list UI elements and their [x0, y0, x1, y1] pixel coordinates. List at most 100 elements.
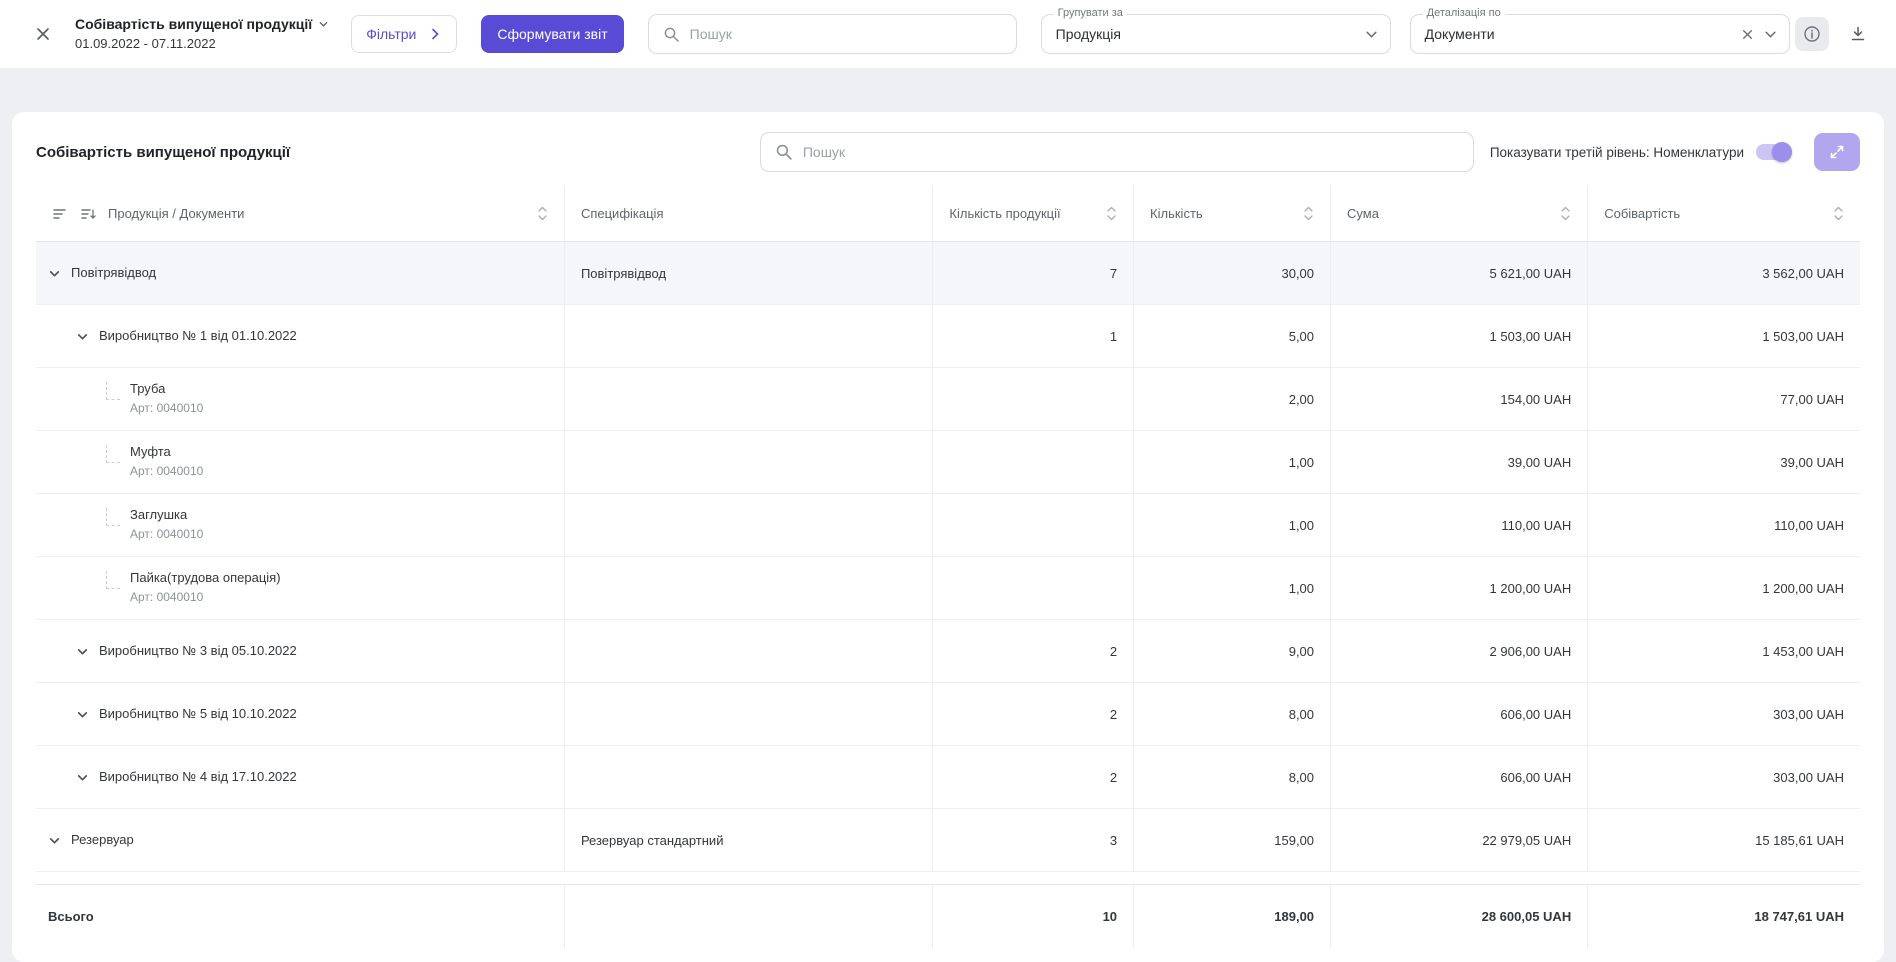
- toggle-knob: [1772, 142, 1792, 162]
- cell-sum: 110,00 UAH: [1501, 517, 1572, 533]
- chevron-down-icon[interactable]: [1764, 28, 1777, 41]
- table-row[interactable]: Виробництво № 3 від 05.10.2022 2 9,00 2 …: [36, 620, 1860, 683]
- cell-cost: 303,00 UAH: [1773, 706, 1844, 722]
- total-product-quantity: 10: [1102, 909, 1118, 924]
- col-product-quantity: Кількість продукції: [949, 206, 1061, 221]
- detail-by-select[interactable]: Деталізація по Документи: [1409, 7, 1790, 54]
- table-header: Продукція / Документи Специфікація Кільк…: [36, 186, 1860, 242]
- table-body: Повітрявідвод Повітрявідвод 7 30,00 5 62…: [36, 242, 1860, 872]
- table-row[interactable]: Заглушка Арт: 0040010 1,00 110,00 UAH 11…: [36, 494, 1860, 557]
- detail-by-value: Документи: [1424, 26, 1495, 42]
- cell-cost: 1 200,00 UAH: [1762, 580, 1844, 596]
- table-row[interactable]: Муфта Арт: 0040010 1,00 39,00 UAH 39,00 …: [36, 431, 1860, 494]
- panel-search: [759, 132, 1474, 172]
- topbar-search-input[interactable]: [689, 26, 1002, 42]
- cell-cost: 1 503,00 UAH: [1762, 328, 1844, 344]
- total-label: Всього: [48, 909, 94, 924]
- tree-connector: [106, 445, 120, 463]
- sort-icon[interactable]: [1100, 205, 1117, 222]
- row-name: Виробництво № 3 від 05.10.2022: [99, 642, 297, 658]
- close-button[interactable]: [26, 17, 60, 51]
- table-row[interactable]: Виробництво № 5 від 10.10.2022 2 8,00 60…: [36, 683, 1860, 746]
- cost-table: Продукція / Документи Специфікація Кільк…: [36, 186, 1860, 948]
- row-article: Арт: 0040010: [130, 401, 204, 416]
- cell-product-quantity: 3: [1109, 832, 1118, 848]
- clear-icon[interactable]: [1741, 28, 1754, 41]
- table-row[interactable]: Резервуар Резервуар стандартний 3 159,00…: [36, 809, 1860, 872]
- chevron-down-icon[interactable]: [48, 834, 61, 847]
- group-by-label: Групувати за: [1053, 7, 1127, 19]
- chevron-down-icon[interactable]: [48, 267, 61, 280]
- cell-sum: 154,00 UAH: [1500, 391, 1572, 407]
- cell-quantity: 159,00: [1274, 832, 1315, 848]
- sort-amount-icon[interactable]: [80, 207, 96, 221]
- chevron-down-icon[interactable]: [76, 708, 89, 721]
- cell-sum: 22 979,05 UAH: [1482, 832, 1572, 848]
- filter-lines-icon[interactable]: [52, 207, 68, 221]
- report-panel: Собівартість випущеної продукції Показув…: [12, 112, 1884, 962]
- sort-icon[interactable]: [1827, 205, 1844, 222]
- cell-specification: Резервуар стандартний: [580, 832, 724, 848]
- chevron-down-icon: [318, 19, 329, 30]
- table-row[interactable]: Повітрявідвод Повітрявідвод 7 30,00 5 62…: [36, 242, 1860, 305]
- cell-cost: 77,00 UAH: [1780, 391, 1844, 407]
- chevron-down-icon[interactable]: [76, 330, 89, 343]
- table-row[interactable]: Виробництво № 1 від 01.10.2022 1 5,00 1 …: [36, 305, 1860, 368]
- expand-button[interactable]: [1814, 133, 1860, 171]
- topbar-search: [647, 14, 1017, 54]
- detail-by-label: Деталізація по: [1422, 7, 1505, 19]
- third-level-toggle-wrap: Показувати третій рівень: Номенклатури: [1490, 142, 1792, 162]
- group-by-select[interactable]: Групувати за Продукція: [1040, 7, 1391, 54]
- col-products-documents: Продукція / Документи: [108, 206, 245, 221]
- row-name: Резервуар: [71, 831, 134, 847]
- download-button[interactable]: [1841, 17, 1875, 51]
- panel-search-input[interactable]: [802, 144, 1459, 160]
- download-icon: [1849, 25, 1867, 43]
- row-name: Муфта: [130, 444, 171, 460]
- cell-quantity: 2,00: [1288, 391, 1315, 407]
- chevron-down-icon[interactable]: [76, 645, 89, 658]
- table-row[interactable]: Пайка(трудова операція) Арт: 0040010 1,0…: [36, 557, 1860, 620]
- cell-product-quantity: 2: [1109, 769, 1118, 785]
- chevron-right-icon: [428, 27, 442, 41]
- table-row[interactable]: Виробництво № 4 від 17.10.2022 2 8,00 60…: [36, 746, 1860, 809]
- col-cost: Собівартість: [1604, 206, 1681, 221]
- row-article: Арт: 0040010: [130, 464, 204, 479]
- info-icon: [1803, 25, 1821, 43]
- chevron-down-icon[interactable]: [76, 771, 89, 784]
- panel-title: Собівартість випущеної продукції: [36, 143, 291, 161]
- third-level-toggle[interactable]: [1756, 142, 1792, 162]
- table-row[interactable]: Труба Арт: 0040010 2,00 154,00 UAH 77,00…: [36, 368, 1860, 431]
- cell-cost: 110,00 UAH: [1774, 517, 1844, 533]
- date-range: 01.09.2022 - 07.11.2022: [75, 36, 216, 52]
- total-cost: 18 747,61 UAH: [1754, 909, 1844, 924]
- info-button[interactable]: [1795, 17, 1829, 51]
- col-quantity: Кількість: [1150, 206, 1203, 221]
- sort-icon[interactable]: [1554, 205, 1571, 222]
- cell-sum: 1 200,00 UAH: [1489, 580, 1572, 596]
- total-row: Всього 10 189,00 28 600,05 UAH 18 747,61…: [36, 884, 1860, 948]
- tree-connector: [106, 382, 120, 400]
- chevron-down-icon[interactable]: [1365, 28, 1378, 41]
- filters-button[interactable]: Фільтри: [351, 15, 458, 53]
- cell-cost: 303,00 UAH: [1773, 769, 1844, 785]
- report-title-block[interactable]: Собівартість випущеної продукції 01.09.2…: [75, 16, 329, 53]
- cell-sum: 1 503,00 UAH: [1489, 328, 1572, 344]
- sort-icon[interactable]: [531, 205, 548, 222]
- cell-cost: 3 562,00 UAH: [1762, 265, 1844, 281]
- cell-quantity: 30,00: [1281, 265, 1315, 281]
- total-sum: 28 600,05 UAH: [1481, 909, 1572, 924]
- sort-icon[interactable]: [1297, 205, 1314, 222]
- panel-head: Собівартість випущеної продукції Показув…: [36, 132, 1860, 172]
- group-by-value: Продукція: [1055, 26, 1121, 42]
- cell-sum: 5 621,00 UAH: [1489, 265, 1572, 281]
- cell-cost: 15 185,61 UAH: [1755, 832, 1844, 848]
- cell-sum: 2 906,00 UAH: [1489, 643, 1572, 659]
- generate-report-button[interactable]: Сформувати звіт: [481, 15, 624, 53]
- row-name: Труба: [130, 381, 166, 397]
